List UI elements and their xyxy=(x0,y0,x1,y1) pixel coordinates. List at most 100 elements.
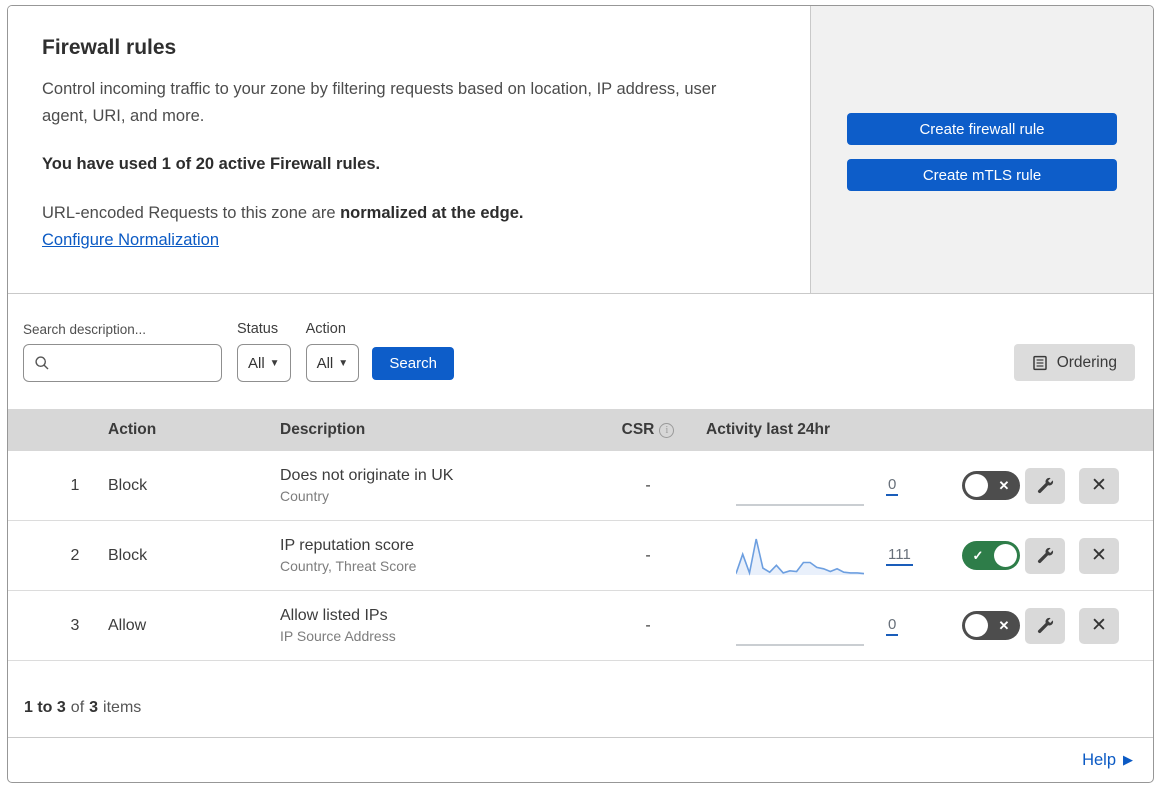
close-icon: ✕ xyxy=(1091,545,1107,566)
close-icon: ✕ xyxy=(1091,475,1107,496)
edit-rule-button[interactable] xyxy=(1025,467,1065,504)
normalization-bold: normalized at the edge. xyxy=(340,204,524,223)
rule-description-cell: IP reputation score Country, Threat Scor… xyxy=(280,537,602,574)
info-icon[interactable]: i xyxy=(659,423,675,438)
rule-csr: - xyxy=(645,546,651,564)
rule-activity-cell: 111 xyxy=(694,535,929,577)
search-box xyxy=(23,344,222,382)
rule-csr: - xyxy=(645,616,651,634)
help-link[interactable]: Help ▶ xyxy=(1082,751,1133,770)
normalization-prefix: URL-encoded Requests to this zone are xyxy=(42,204,341,223)
wrench-icon xyxy=(1037,547,1053,564)
search-button[interactable]: Search xyxy=(372,347,455,380)
ordering-label: Ordering xyxy=(1056,353,1117,371)
help-bar: Help ▶ xyxy=(8,737,1153,782)
rule-description-cell: Does not originate in UK Country xyxy=(280,467,602,504)
wrench-icon xyxy=(1037,617,1053,634)
chevron-down-icon: ▼ xyxy=(338,357,349,369)
rule-description: Does not originate in UK xyxy=(280,467,454,484)
rule-csr: - xyxy=(645,476,651,494)
intro-panel: Firewall rules Control incoming traffic … xyxy=(8,6,811,293)
help-label: Help xyxy=(1082,750,1116,769)
rule-activity-cell: 0 xyxy=(694,465,929,507)
page-title: Firewall rules xyxy=(42,36,177,59)
rule-criteria: Country, Threat Score xyxy=(280,558,417,574)
close-icon: ✕ xyxy=(1091,615,1107,636)
action-value: All xyxy=(316,354,334,372)
rule-enabled-toggle[interactable]: ✕ xyxy=(962,471,1020,500)
status-label: Status xyxy=(237,321,279,337)
delete-rule-button[interactable]: ✕ xyxy=(1079,467,1119,504)
activity-sparkline xyxy=(736,538,864,576)
action-label: Action xyxy=(305,321,346,337)
rule-enabled-toggle[interactable]: ✕ xyxy=(962,611,1020,640)
rule-number: 1 xyxy=(70,476,80,494)
delete-rule-button[interactable]: ✕ xyxy=(1079,607,1119,644)
table-row: 2 Block IP reputation score Country, Thr… xyxy=(8,521,1153,591)
rule-action: Block xyxy=(108,476,148,494)
rule-description-cell: Allow listed IPs IP Source Address xyxy=(280,607,602,644)
status-filter-group: Status All ▼ xyxy=(237,321,291,382)
toggle-state-icon: ✕ xyxy=(998,617,1010,633)
rule-action: Allow xyxy=(108,616,147,634)
action-select[interactable]: All ▼ xyxy=(305,344,360,382)
rule-criteria: Country xyxy=(280,488,330,504)
rule-criteria: IP Source Address xyxy=(280,628,396,644)
rule-number: 3 xyxy=(70,616,80,634)
activity-count-link[interactable]: 0 xyxy=(886,476,899,496)
arrow-right-icon: ▶ xyxy=(1123,752,1133,767)
ordering-button[interactable]: Ordering xyxy=(1013,344,1135,381)
items-of-label: of xyxy=(70,699,85,716)
toggle-knob xyxy=(994,544,1017,567)
activity-count-link[interactable]: 111 xyxy=(886,546,913,566)
search-icon xyxy=(35,356,49,370)
top-section: Firewall rules Control incoming traffic … xyxy=(8,6,1153,294)
toggle-state-icon: ✕ xyxy=(998,477,1010,493)
items-total: 3 xyxy=(89,699,99,716)
create-mtls-rule-button[interactable]: Create mTLS rule xyxy=(847,159,1117,191)
filter-bar: Search description... Status All ▼ Actio… xyxy=(8,294,1153,409)
edit-rule-button[interactable] xyxy=(1025,607,1065,644)
search-group: Search description... xyxy=(23,322,222,382)
rule-description: Allow listed IPs xyxy=(280,607,388,624)
rule-activity-cell: 0 xyxy=(694,605,929,647)
activity-sparkline xyxy=(736,503,864,506)
header-activity: Activity last 24hr xyxy=(706,421,831,438)
page-description: Control incoming traffic to your zone by… xyxy=(42,80,717,125)
status-value: All xyxy=(248,354,265,372)
csr-label: CSR xyxy=(621,421,655,438)
header-description: Description xyxy=(280,421,366,438)
activity-sparkline xyxy=(736,643,864,646)
pagination-summary: 1 to 3 of 3 items xyxy=(8,661,1153,737)
items-label: items xyxy=(103,699,142,716)
delete-rule-button[interactable]: ✕ xyxy=(1079,537,1119,574)
status-select[interactable]: All ▼ xyxy=(237,344,291,382)
configure-normalization-link[interactable]: Configure Normalization xyxy=(42,231,219,249)
rule-enabled-toggle[interactable]: ✓ xyxy=(962,541,1020,570)
activity-count-link[interactable]: 0 xyxy=(886,616,899,636)
usage-summary: You have used 1 of 20 active Firewall ru… xyxy=(42,155,381,174)
rule-action: Block xyxy=(108,546,148,564)
items-range: 1 to 3 xyxy=(24,699,66,716)
rule-number: 2 xyxy=(70,546,80,564)
edit-rule-button[interactable] xyxy=(1025,537,1065,574)
ordering-list-icon xyxy=(1032,355,1047,370)
create-firewall-rule-button[interactable]: Create firewall rule xyxy=(847,113,1117,145)
normalization-note: URL-encoded Requests to this zone are no… xyxy=(42,204,770,223)
toggle-state-icon: ✓ xyxy=(972,547,984,563)
firewall-rules-card: Firewall rules Control incoming traffic … xyxy=(7,5,1154,783)
search-label: Search description... xyxy=(23,322,147,337)
rule-description: IP reputation score xyxy=(280,537,415,554)
header-action: Action xyxy=(108,421,157,438)
action-filter-group: Action All ▼ xyxy=(305,321,360,382)
chevron-down-icon: ▼ xyxy=(269,357,280,369)
table-row: 1 Block Does not originate in UK Country… xyxy=(8,451,1153,521)
header-csr: CSR i xyxy=(602,421,694,439)
actions-panel: Create firewall rule Create mTLS rule xyxy=(811,6,1153,293)
toggle-knob xyxy=(965,614,988,637)
toggle-knob xyxy=(965,474,988,497)
wrench-icon xyxy=(1037,477,1053,494)
table-row: 3 Allow Allow listed IPs IP Source Addre… xyxy=(8,591,1153,661)
table-header: Action Description CSR i Activity last 24… xyxy=(8,409,1153,451)
search-input[interactable] xyxy=(23,344,222,382)
